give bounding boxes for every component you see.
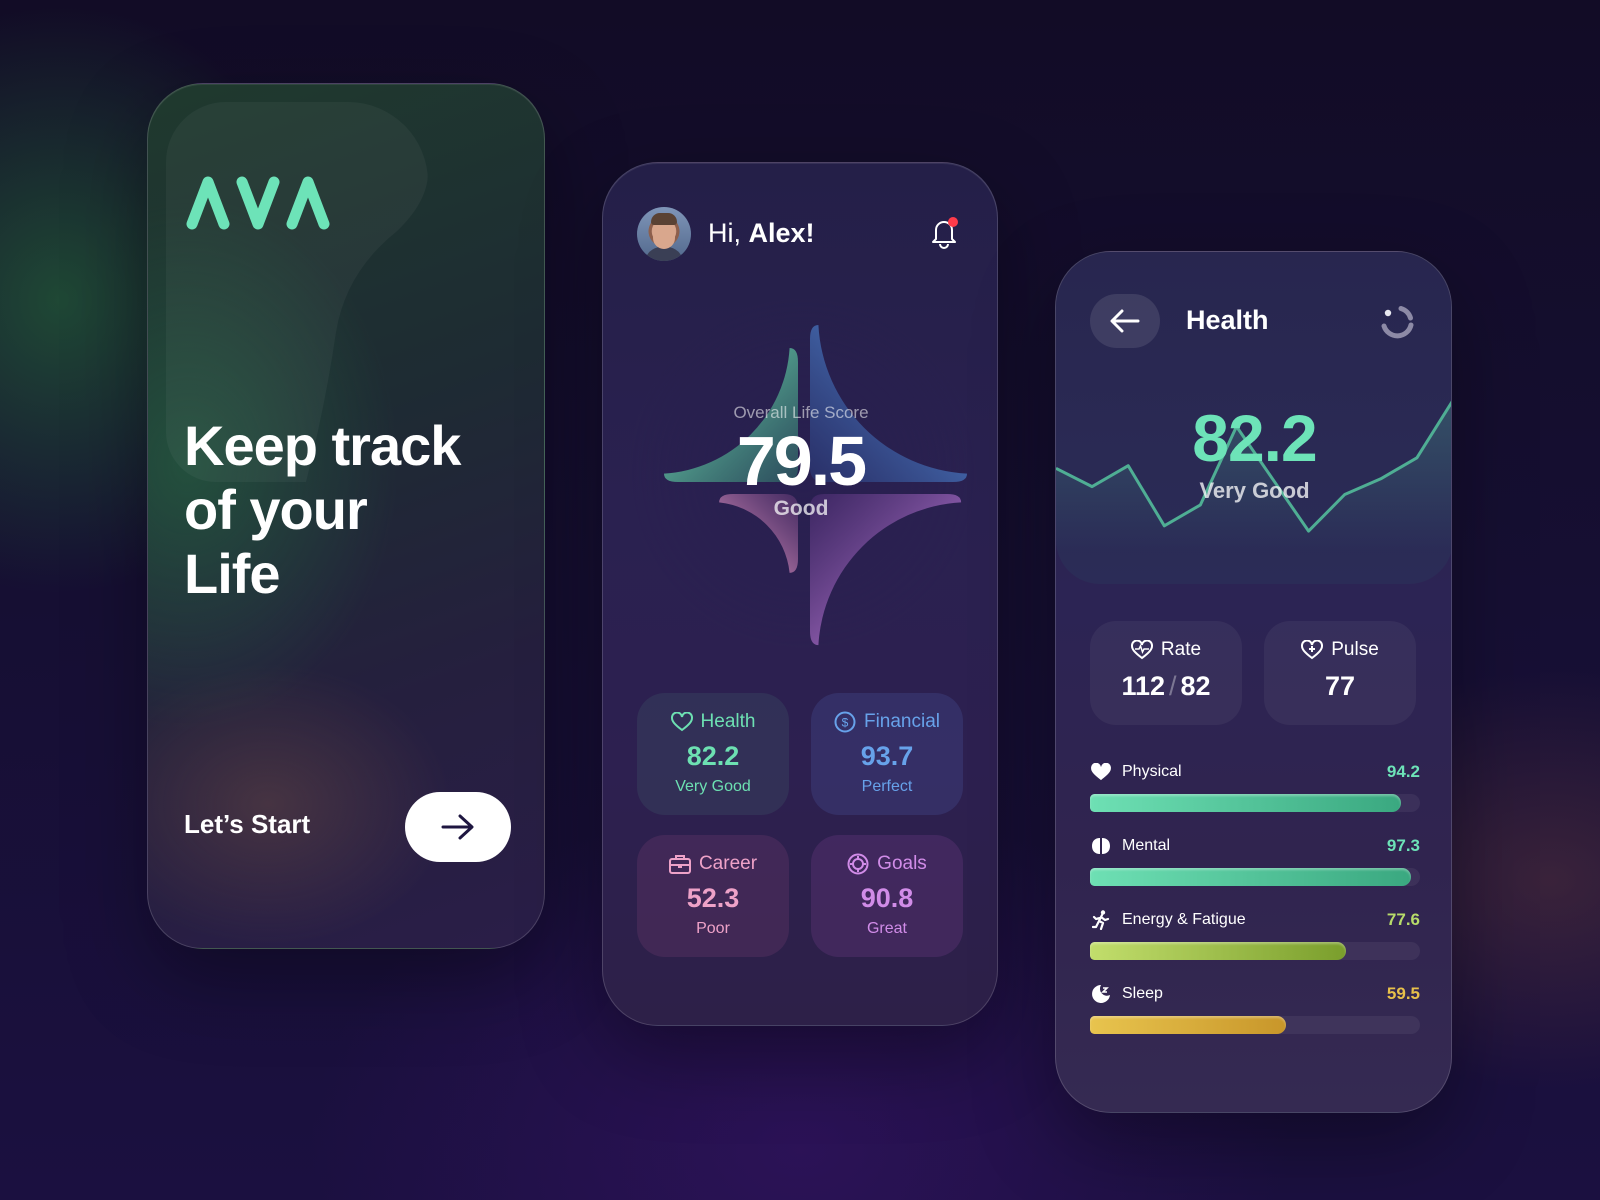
notification-dot — [948, 217, 958, 227]
diastolic-value: 82 — [1180, 671, 1211, 701]
score-status: Good — [773, 497, 829, 520]
heart-outline-icon — [670, 712, 693, 732]
vital-label: Pulse — [1331, 639, 1379, 660]
metric-physical[interactable]: Physical 94.2 — [1090, 760, 1420, 812]
metric-label: Energy & Fatigue — [1122, 911, 1246, 928]
target-icon — [847, 853, 869, 875]
arrow-left-icon — [1110, 309, 1140, 333]
dollar-circle-icon: $ — [834, 711, 856, 733]
progress-fill — [1090, 868, 1412, 886]
tile-status: Poor — [696, 920, 730, 937]
lets-start-label: Let’s Start — [184, 809, 311, 839]
progress-fill — [1090, 942, 1347, 960]
systolic-value: 112 — [1121, 671, 1165, 701]
tile-label: Career — [698, 853, 758, 874]
metric-mental[interactable]: Mental 97.3 — [1090, 834, 1420, 886]
progress-track — [1090, 1016, 1420, 1034]
tile-career[interactable]: Career 52.3 Poor — [637, 835, 789, 957]
pulse-value: 77 — [1324, 671, 1356, 701]
page-title: Health — [1186, 305, 1269, 335]
loading-spinner-icon — [1381, 306, 1414, 339]
metric-value: 59.5 — [1386, 984, 1420, 1003]
progress-fill — [1090, 1016, 1287, 1034]
progress-track — [1090, 794, 1420, 812]
greeting-prefix: Hi, — [708, 218, 741, 248]
tile-status: Perfect — [861, 778, 913, 795]
metric-value: 94.2 — [1386, 762, 1420, 781]
headline: Keep track of your Life — [184, 414, 524, 606]
headline-line: of your — [184, 478, 368, 541]
score-value: 79.5 — [736, 422, 867, 500]
tile-label: Health — [700, 711, 756, 732]
running-person-icon — [1092, 910, 1110, 930]
separator: / — [1169, 671, 1177, 701]
dashboard-card: Hi, Alex! Overall Life Score 79.5 Good H… — [602, 162, 998, 1026]
vital-label: Rate — [1160, 639, 1202, 660]
score-label: Overall Life Score — [733, 403, 869, 422]
tile-label: Goals — [877, 853, 927, 874]
tile-status: Great — [866, 920, 907, 937]
tile-financial[interactable]: $ Financial 93.7 Perfect — [811, 693, 963, 815]
metric-value: 97.3 — [1386, 836, 1420, 855]
health-score: 82.2 Very Good — [1056, 401, 1451, 504]
brain-icon — [1092, 838, 1110, 854]
metric-label: Sleep — [1122, 985, 1163, 1002]
tile-value: 52.3 — [686, 883, 740, 913]
tile-goals[interactable]: Goals 90.8 Great — [811, 835, 963, 957]
progress-track — [1090, 942, 1420, 960]
tile-value: 90.8 — [860, 883, 914, 913]
svg-text:$: $ — [842, 716, 849, 730]
avatar[interactable] — [637, 207, 691, 261]
welcome-card: Keep track of your Life Let’s Start — [147, 83, 545, 949]
arrow-right-icon — [441, 814, 474, 840]
vital-rate[interactable]: Rate 112/82 — [1090, 621, 1242, 725]
metric-label: Mental — [1122, 837, 1171, 854]
progress-track — [1090, 868, 1420, 886]
moon-sleep-icon — [1092, 985, 1110, 1003]
refresh-button[interactable] — [1379, 304, 1415, 340]
greeting: Hi, Alex! — [708, 218, 815, 249]
score-center: Overall Life Score 79.5 Good — [603, 403, 997, 521]
ava-logo — [184, 174, 332, 235]
metric-sleep[interactable]: Sleep 59.5 — [1090, 982, 1420, 1034]
start-button[interactable] — [405, 792, 511, 862]
headline-line: Keep track — [184, 414, 461, 477]
progress-fill — [1090, 794, 1401, 812]
metric-label: Physical — [1122, 763, 1182, 780]
health-chart-panel: Health 82.2 Very Good — [1056, 252, 1451, 584]
user-name: Alex! — [748, 218, 815, 248]
metric-energy-fatigue[interactable]: Energy & Fatigue 77.6 — [1090, 908, 1420, 960]
heart-plus-icon — [1301, 640, 1324, 660]
heart-filled-icon — [1091, 763, 1111, 781]
tile-value: 82.2 — [686, 741, 740, 771]
health-score-value: 82.2 — [1192, 401, 1317, 475]
metric-value: 77.6 — [1386, 910, 1420, 929]
health-card: Health 82.2 Very Good Rate 112/82 Pulse … — [1055, 251, 1452, 1113]
headline-line: Life — [184, 542, 281, 605]
tile-health[interactable]: Health 82.2 Very Good — [637, 693, 789, 815]
tile-label: Financial — [863, 711, 941, 732]
notification-button[interactable] — [928, 215, 960, 249]
health-score-status: Very Good — [1199, 478, 1310, 503]
tile-status: Very Good — [675, 778, 751, 795]
vital-pulse[interactable]: Pulse 77 — [1264, 621, 1416, 725]
back-button[interactable] — [1090, 294, 1160, 348]
heart-pulse-icon — [1130, 640, 1153, 660]
tile-value: 93.7 — [860, 741, 914, 771]
briefcase-icon — [668, 855, 691, 874]
